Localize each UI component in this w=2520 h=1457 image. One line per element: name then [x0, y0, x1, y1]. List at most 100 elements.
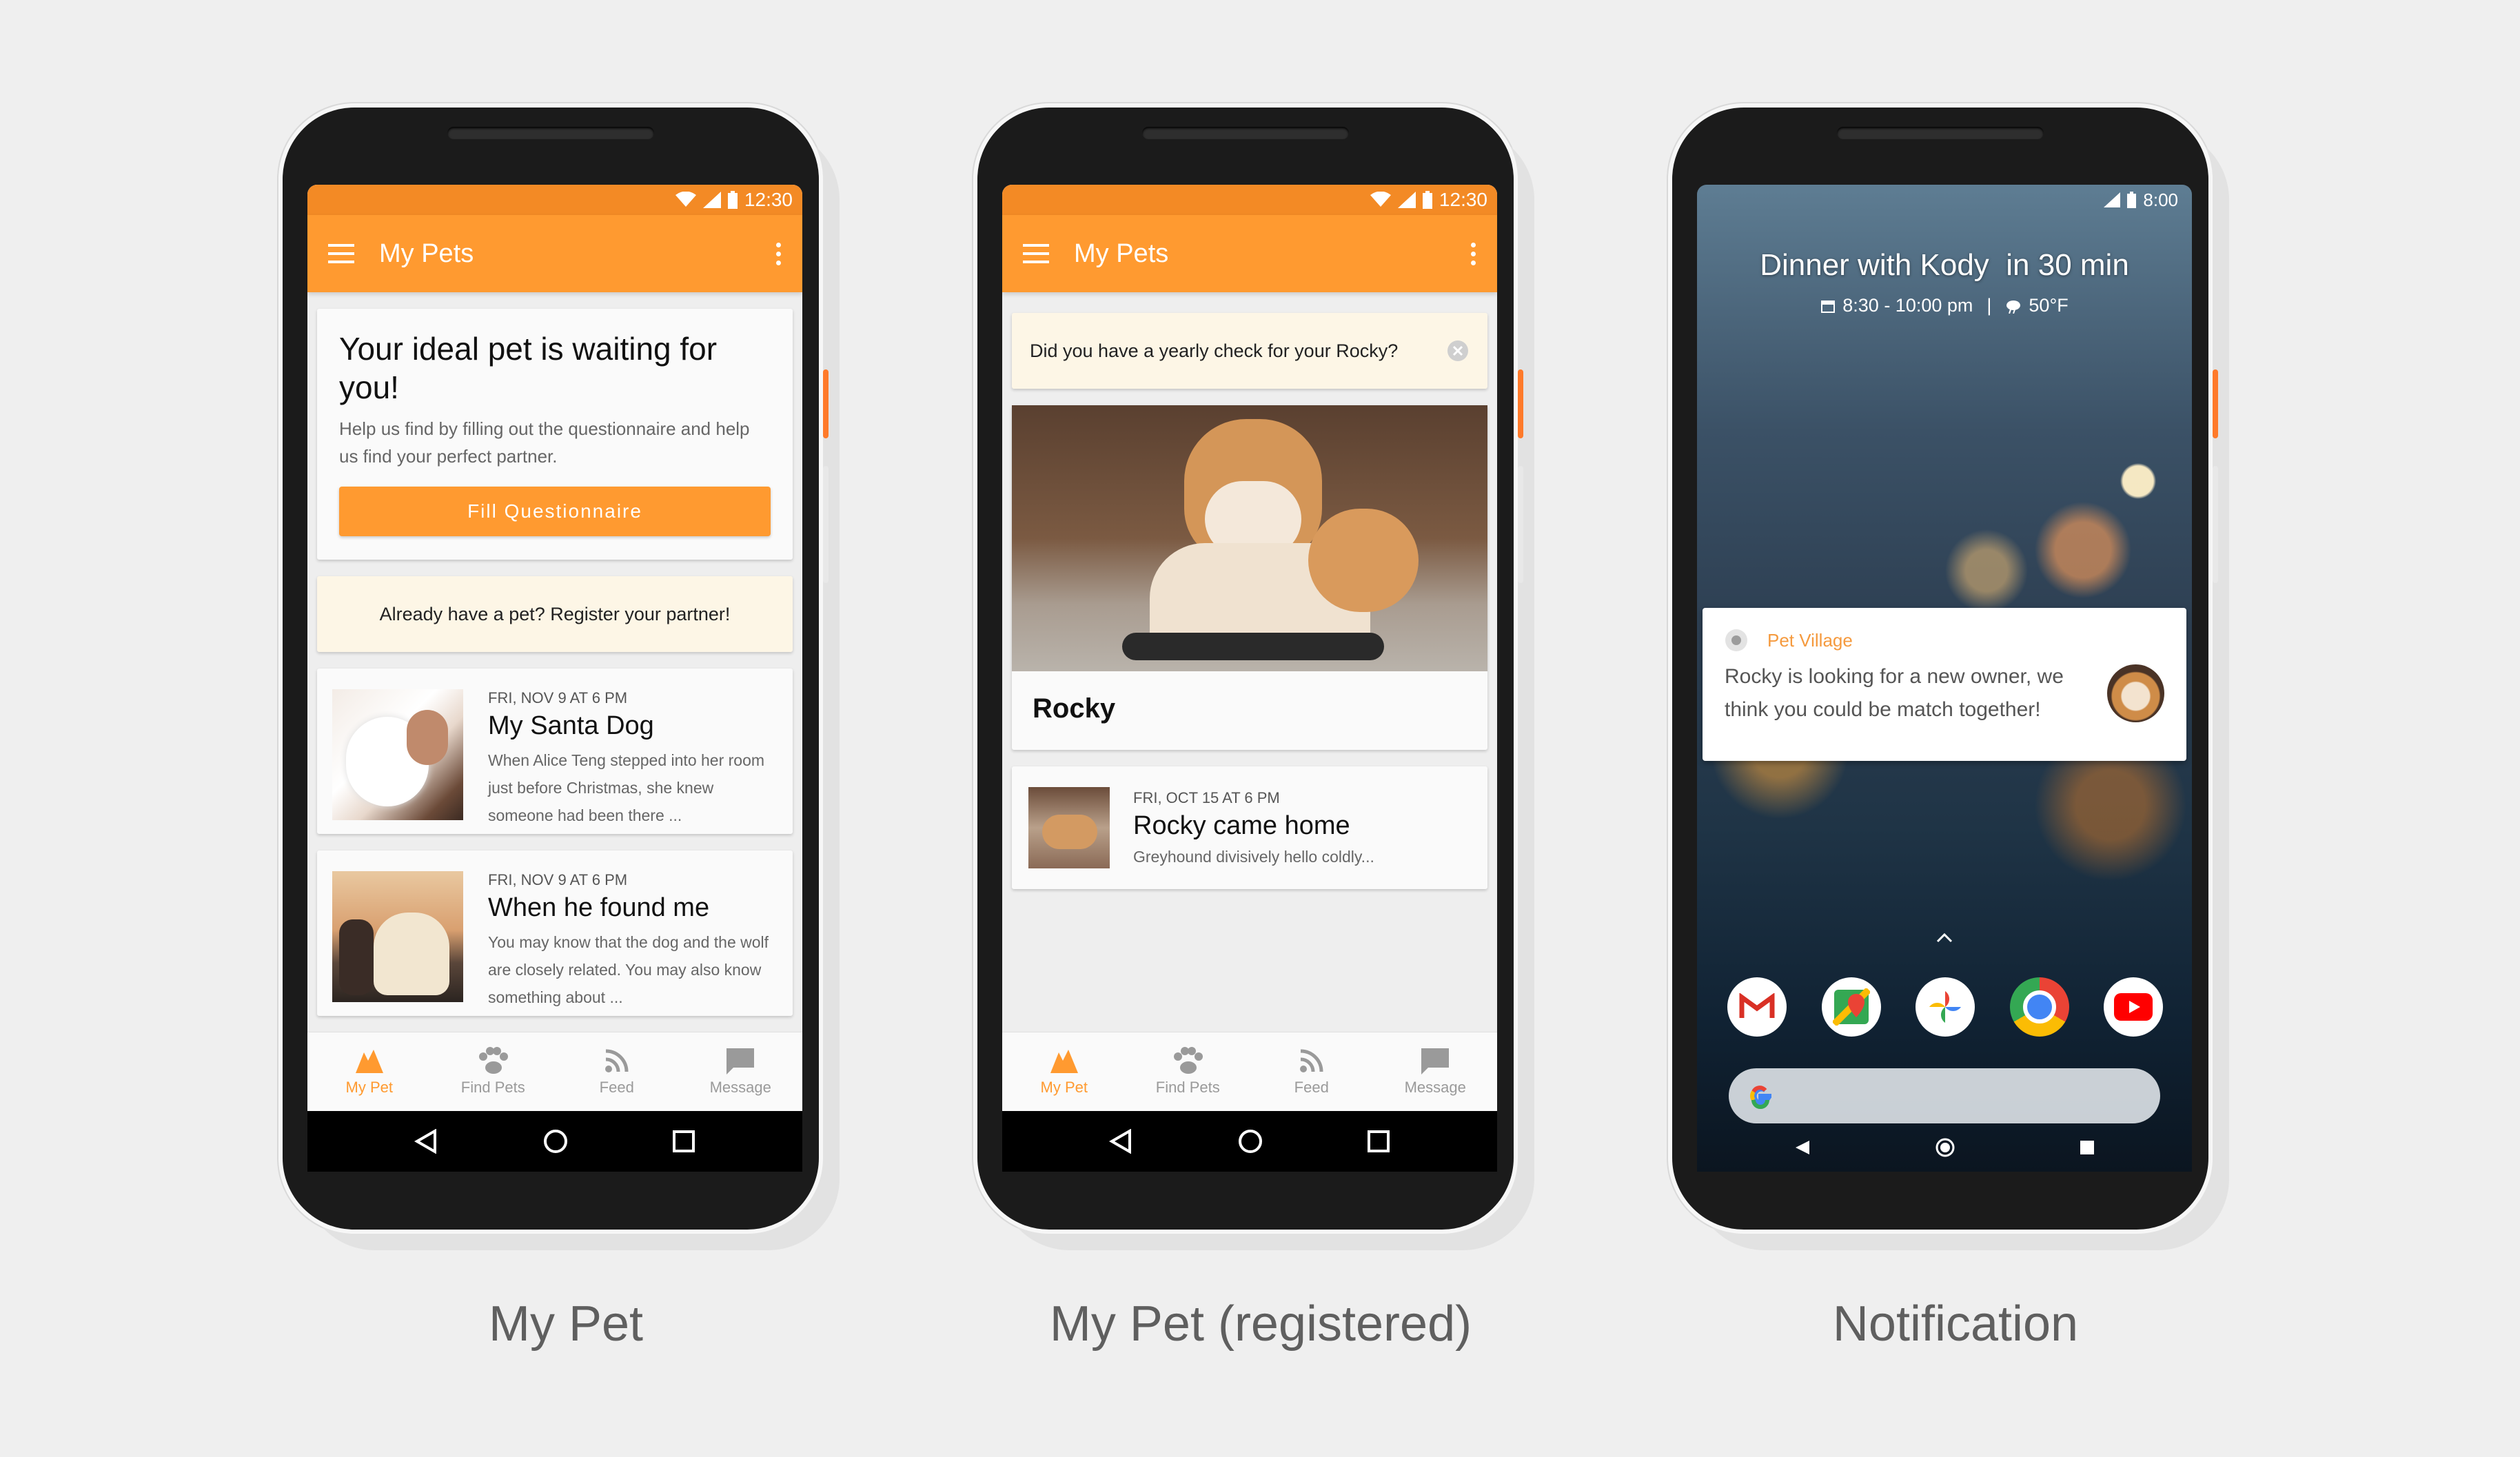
- more-icon[interactable]: [1471, 242, 1476, 265]
- app-bar: My Pets: [307, 215, 802, 292]
- feed-title: My Santa Dog: [488, 711, 654, 740]
- feed-title: Rocky came home: [1133, 811, 1350, 840]
- promo-body: Help us find by filling out the question…: [339, 418, 750, 467]
- paw-icon: [1174, 1047, 1203, 1074]
- back-icon[interactable]: [414, 1129, 439, 1154]
- at-a-glance[interactable]: Dinner with Kody in 30 min 8:30 - 10:00 …: [1697, 248, 2192, 316]
- pet-card[interactable]: Rocky: [1012, 405, 1487, 750]
- nav-find-pets[interactable]: Find Pets: [431, 1032, 556, 1111]
- pet-name: Rocky: [1033, 693, 1116, 724]
- screen-my-pet-registered: 12:30 My Pets Did you have a yearly chec…: [1002, 185, 1497, 1172]
- nav-find-pets[interactable]: Find Pets: [1126, 1032, 1250, 1111]
- recents-icon[interactable]: [672, 1130, 695, 1153]
- nav-label: Feed: [1294, 1079, 1329, 1096]
- rss-icon: [1299, 1049, 1323, 1072]
- maps-icon[interactable]: [1821, 977, 1881, 1037]
- nav-message[interactable]: Message: [679, 1032, 803, 1111]
- app-icon: [1725, 629, 1747, 651]
- phone-frame-my-pet: 12:30 My Pets Your ideal pet is waiting …: [278, 103, 829, 1234]
- home-icon[interactable]: [542, 1128, 569, 1154]
- event-time: 8:30 - 10:00 pm: [1842, 295, 1973, 316]
- nav-feed[interactable]: Feed: [1250, 1032, 1374, 1111]
- battery-icon: [2127, 192, 2137, 208]
- feed-card[interactable]: FRI, OCT 15 AT 6 PM Rocky came home Grey…: [1012, 766, 1487, 889]
- signal-icon: [702, 192, 721, 208]
- pet-photo: [1012, 405, 1487, 671]
- app-bar: My Pets: [1002, 215, 1497, 292]
- nav-label: My Pet: [345, 1079, 393, 1096]
- feed-thumbnail: [1028, 787, 1110, 868]
- gmail-icon[interactable]: [1727, 977, 1787, 1037]
- signal-icon: [2104, 192, 2121, 207]
- weather-icon: [2006, 300, 2021, 314]
- register-banner[interactable]: Already have a pet? Register your partne…: [317, 576, 793, 652]
- feed-text: FRI, NOV 9 AT 6 PM When he found me You …: [488, 871, 778, 1006]
- nav-feed[interactable]: Feed: [555, 1032, 679, 1111]
- pets-icon: [355, 1050, 383, 1073]
- volume-button: [823, 466, 829, 583]
- app-title: My Pets: [1074, 238, 1169, 268]
- fill-questionnaire-button[interactable]: Fill Questionnaire: [339, 487, 771, 536]
- feed-body: Greyhound divisively hello coldly...: [1133, 847, 1374, 866]
- caption-my-pet: My Pet: [488, 1296, 644, 1352]
- reminder-banner: Did you have a yearly check for your Roc…: [1012, 313, 1487, 389]
- nav-label: Find Pets: [1155, 1079, 1220, 1096]
- google-search-bar[interactable]: [1729, 1068, 2160, 1123]
- status-time: 8:00: [2143, 189, 2178, 210]
- nav-label: Message: [1404, 1079, 1466, 1096]
- power-button: [1518, 369, 1523, 438]
- phone-speaker: [447, 127, 654, 139]
- app-dock: [1727, 977, 2163, 1037]
- feed-body: When Alice Teng stepped into her room ju…: [488, 751, 765, 824]
- photos-icon[interactable]: [1916, 977, 1975, 1037]
- feed-title: When he found me: [488, 893, 710, 922]
- avatar: [2107, 664, 2164, 722]
- status-bar: 12:30: [307, 185, 802, 215]
- back-icon[interactable]: [1794, 1139, 1811, 1156]
- phone-speaker: [1837, 127, 2044, 139]
- event-weather: 50°F: [2029, 295, 2069, 316]
- feed-date: FRI, NOV 9 AT 6 PM: [488, 871, 628, 888]
- power-button: [2213, 369, 2218, 438]
- chevron-up-icon[interactable]: [1936, 932, 1953, 943]
- message-icon: [726, 1048, 755, 1074]
- promo-heading: Your ideal pet is waiting for you!: [339, 331, 718, 405]
- close-icon[interactable]: [1446, 339, 1470, 363]
- recents-icon[interactable]: [1367, 1130, 1390, 1153]
- chrome-icon[interactable]: [2009, 977, 2069, 1037]
- paw-icon: [479, 1047, 509, 1074]
- caption-my-pet-registered: My Pet (registered): [1049, 1296, 1472, 1352]
- home-icon[interactable]: [1935, 1137, 1955, 1158]
- battery-icon: [1422, 191, 1432, 209]
- feed-card[interactable]: FRI, NOV 9 AT 6 PM My Santa Dog When Ali…: [317, 669, 793, 834]
- nav-my-pet[interactable]: My Pet: [307, 1032, 431, 1111]
- more-icon[interactable]: [776, 242, 782, 265]
- system-nav-bar: [1002, 1111, 1497, 1172]
- nav-message[interactable]: Message: [1374, 1032, 1498, 1111]
- notification-header: Pet Village: [1703, 608, 2186, 652]
- recents-icon[interactable]: [2080, 1140, 2095, 1155]
- google-icon: [1750, 1086, 1771, 1109]
- back-icon[interactable]: [1109, 1129, 1134, 1154]
- feed-date: FRI, NOV 9 AT 6 PM: [488, 689, 628, 706]
- feed-thumbnail: [332, 871, 463, 1002]
- separator: |: [1986, 295, 1992, 316]
- youtube-icon[interactable]: [2104, 977, 2163, 1037]
- rss-icon: [604, 1049, 629, 1072]
- phone-frame-my-pet-registered: 12:30 My Pets Did you have a yearly chec…: [973, 103, 1523, 1234]
- signal-icon: [1397, 192, 1416, 208]
- feed-body: You may know that the dog and the wolf a…: [488, 933, 769, 1006]
- menu-icon[interactable]: [328, 244, 354, 263]
- nav-my-pet[interactable]: My Pet: [1002, 1032, 1126, 1111]
- bottom-navigation: My Pet Find Pets Feed Message: [307, 1032, 802, 1111]
- message-icon: [1421, 1048, 1450, 1074]
- notification-card[interactable]: Pet Village Rocky is looking for a new o…: [1703, 608, 2186, 761]
- home-icon[interactable]: [1237, 1128, 1263, 1154]
- menu-icon[interactable]: [1023, 244, 1049, 263]
- bottom-navigation: My Pet Find Pets Feed Message: [1002, 1032, 1497, 1111]
- screen-my-pet: 12:30 My Pets Your ideal pet is waiting …: [307, 185, 802, 1172]
- feed-card[interactable]: FRI, NOV 9 AT 6 PM When he found me You …: [317, 850, 793, 1016]
- nav-label: Find Pets: [460, 1079, 525, 1096]
- pets-icon: [1050, 1050, 1078, 1073]
- feed-text: FRI, OCT 15 AT 6 PM Rocky came home Grey…: [1133, 789, 1374, 867]
